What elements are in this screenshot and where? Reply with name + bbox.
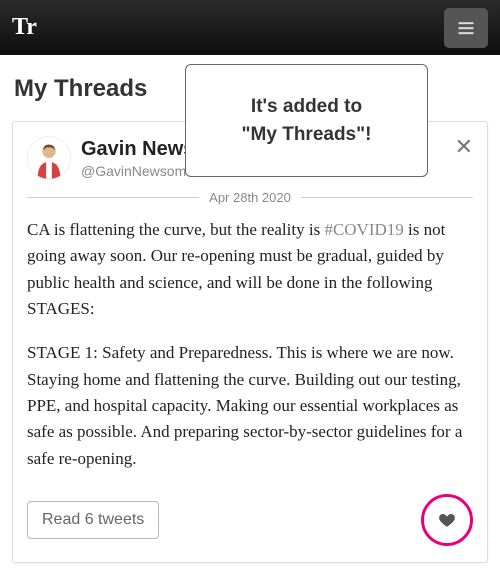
hamburger-icon [456,18,476,38]
tooltip-line-1: It's added to [204,93,409,121]
added-tooltip: It's added to "My Threads"! [185,64,428,177]
date-divider: Apr 28th 2020 [27,190,473,205]
card-footer: Read 6 tweets [27,494,473,546]
avatar[interactable] [27,136,71,180]
close-icon[interactable]: ✕ [455,136,473,158]
brand-logo[interactable]: Tr [12,14,37,41]
thread-date: Apr 28th 2020 [199,190,301,205]
heart-wrapper [421,494,473,546]
avatar-icon [28,136,70,180]
heart-icon [438,511,456,529]
thread-body: CA is flattening the curve, but the real… [27,217,473,472]
top-bar: Tr [0,0,500,55]
hashtag-link[interactable]: #COVID19 [324,220,403,239]
menu-button[interactable] [444,8,488,48]
thread-paragraph: CA is flattening the curve, but the real… [27,217,473,322]
tooltip-line-2: "My Threads"! [204,121,409,149]
thread-paragraph: STAGE 1: Safety and Preparedness. This i… [27,340,473,472]
thread-card: Gavin News @GavinNewsom ✕ Apr 28th 2020 … [12,121,488,563]
read-tweets-button[interactable]: Read 6 tweets [27,501,159,539]
favorite-button[interactable] [438,511,456,529]
